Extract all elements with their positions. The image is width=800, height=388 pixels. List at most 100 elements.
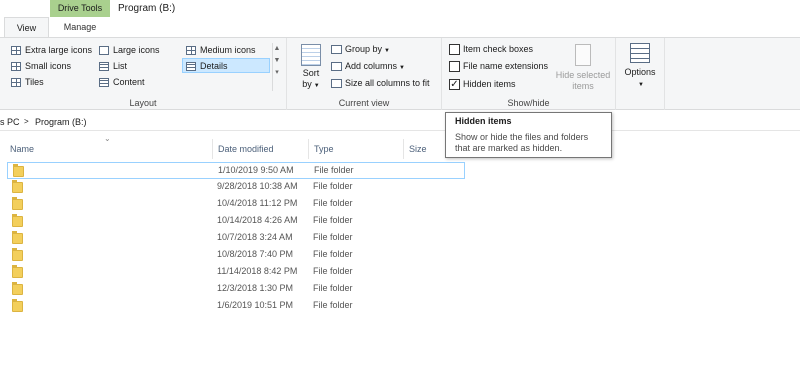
file-name-extensions-toggle[interactable]: File name extensions	[447, 59, 548, 74]
layout-item-label: Tiles	[25, 77, 44, 87]
show-hide-group-label: Show/hide	[507, 98, 550, 108]
sort-by-label-bottom: by	[302, 79, 312, 89]
list-icon	[99, 62, 109, 71]
column-divider[interactable]	[212, 139, 213, 159]
address-bar[interactable]: s PC > Program (B:)	[0, 113, 800, 131]
gallery-expand-icon[interactable]: ▾	[273, 67, 281, 79]
file-name-extensions-checkbox[interactable]	[449, 61, 460, 72]
column-header-date-modified[interactable]: Date modified	[218, 141, 274, 157]
file-type: File folder	[313, 181, 353, 191]
column-header-type[interactable]: Type	[314, 141, 334, 157]
layout-content[interactable]: Content	[96, 75, 145, 90]
small-icons-icon	[11, 62, 21, 71]
add-columns-button[interactable]: Add columns ▼	[330, 59, 405, 74]
file-type: File folder	[313, 249, 353, 259]
group-by-icon	[331, 45, 342, 54]
options-label: Options	[624, 67, 656, 77]
date-modified: 9/28/2018 10:38 AM	[217, 181, 298, 191]
item-check-boxes-label: Item check boxes	[463, 44, 534, 54]
table-row[interactable]: 9/28/2018 10:38 AM File folder	[7, 179, 465, 196]
layout-item-label: Medium icons	[200, 45, 256, 55]
hide-selected-items-button[interactable]: Hide selected items	[552, 44, 614, 92]
group-by-label: Group by	[345, 44, 383, 54]
add-columns-icon	[331, 62, 342, 71]
layout-extra-large-icons[interactable]: Extra large icons	[8, 43, 92, 58]
column-header-size[interactable]: Size	[409, 141, 427, 157]
sort-by-button[interactable]: Sort by ▼	[299, 44, 323, 92]
table-row[interactable]: 10/4/2018 11:12 PM File folder	[7, 196, 465, 213]
item-check-boxes-toggle[interactable]: Item check boxes	[447, 42, 533, 57]
current-view-group: Sort by ▼ Group by ▼ Add columns ▼ Size all…	[287, 38, 442, 110]
folder-icon	[12, 299, 23, 312]
layout-tiles[interactable]: Tiles	[8, 75, 44, 90]
layout-details[interactable]: Details	[182, 58, 270, 73]
table-row[interactable]: 10/14/2018 4:26 AM File folder	[7, 213, 465, 230]
breadcrumb-separator-icon[interactable]: >	[24, 113, 29, 131]
layout-large-icons[interactable]: Large icons	[96, 43, 160, 58]
scroll-up-icon[interactable]: ▲	[273, 43, 281, 55]
layout-item-label: Small icons	[25, 61, 72, 71]
layout-gallery-scroll[interactable]: ▲ ▼ ▾	[272, 43, 281, 91]
tooltip-body: Show or hide the files and folders that …	[455, 132, 589, 153]
file-type: File folder	[313, 266, 353, 276]
hidden-items-tooltip: Hidden items Show or hide the files and …	[445, 112, 612, 158]
layout-list[interactable]: List	[96, 59, 127, 74]
hidden-items-toggle[interactable]: ✓ Hidden items	[447, 77, 516, 92]
date-modified: 10/7/2018 3:24 AM	[217, 232, 293, 242]
sort-indicator-icon: ⌄	[104, 134, 111, 143]
table-row[interactable]: 11/14/2018 8:42 PM File folder	[7, 264, 465, 281]
size-columns-icon	[331, 79, 342, 88]
tiles-icon	[11, 78, 21, 87]
column-divider[interactable]	[403, 139, 404, 159]
layout-small-icons[interactable]: Small icons	[8, 59, 71, 74]
file-type: File folder	[314, 165, 354, 175]
layout-group-label: Layout	[129, 98, 157, 108]
file-type: File folder	[313, 232, 353, 242]
chevron-down-icon: ▼	[313, 83, 320, 89]
size-all-columns-label: Size all columns to fit	[345, 78, 430, 88]
folder-icon	[12, 231, 23, 244]
chevron-down-icon: ▼	[384, 48, 390, 54]
table-row[interactable]: 10/8/2018 7:40 PM File folder	[7, 247, 465, 264]
date-modified: 10/4/2018 11:12 PM	[217, 198, 298, 208]
hidden-items-checkbox[interactable]: ✓	[449, 79, 460, 90]
title-bar: Drive Tools Program (B:) View Manage	[0, 0, 800, 38]
file-name-extensions-label: File name extensions	[463, 61, 549, 71]
hidden-items-label: Hidden items	[463, 79, 516, 89]
breadcrumb-this-pc[interactable]: s PC	[0, 113, 20, 131]
group-by-button[interactable]: Group by ▼	[330, 42, 390, 57]
hide-selected-label-bottom: items	[572, 81, 594, 91]
scroll-down-icon[interactable]: ▼	[273, 55, 281, 67]
options-button[interactable]: Options ▼	[620, 43, 660, 91]
table-row[interactable]: 1/10/2019 9:50 AM File folder	[7, 162, 465, 179]
layout-item-label: List	[113, 61, 128, 71]
tooltip-title: Hidden items	[455, 116, 512, 126]
item-check-boxes-checkbox[interactable]	[449, 44, 460, 55]
layout-medium-icons[interactable]: Medium icons	[183, 43, 256, 58]
add-columns-label: Add columns	[345, 61, 398, 71]
column-header-name[interactable]: Name	[10, 141, 34, 157]
column-divider[interactable]	[308, 139, 309, 159]
details-icon	[186, 62, 196, 71]
date-modified: 1/10/2019 9:50 AM	[218, 165, 294, 175]
large-icons-icon	[99, 46, 109, 55]
table-row[interactable]: 1/6/2019 10:51 PM File folder	[7, 298, 465, 315]
window-title: Program (B:)	[118, 3, 176, 14]
table-row[interactable]: 10/7/2018 3:24 AM File folder	[7, 230, 465, 247]
folder-icon	[12, 180, 23, 193]
file-type: File folder	[313, 215, 353, 225]
date-modified: 11/14/2018 8:42 PM	[217, 266, 298, 276]
folder-icon	[12, 265, 23, 278]
breadcrumb-program-drive[interactable]: Program (B:)	[35, 113, 87, 131]
date-modified: 1/6/2019 10:51 PM	[217, 300, 294, 310]
hide-selected-icon	[575, 44, 591, 66]
file-type: File folder	[313, 198, 353, 208]
ribbon: Extra large icons Large icons Medium ico…	[0, 37, 800, 110]
tab-view[interactable]: View	[4, 17, 49, 38]
content-icon	[99, 78, 109, 87]
table-row[interactable]: 12/3/2018 1:30 PM File folder	[7, 281, 465, 298]
tab-manage[interactable]: Manage	[52, 17, 108, 38]
layout-item-label: Content	[113, 77, 145, 87]
size-all-columns-button[interactable]: Size all columns to fit	[330, 76, 430, 91]
layout-group: Extra large icons Large icons Medium ico…	[0, 38, 287, 110]
